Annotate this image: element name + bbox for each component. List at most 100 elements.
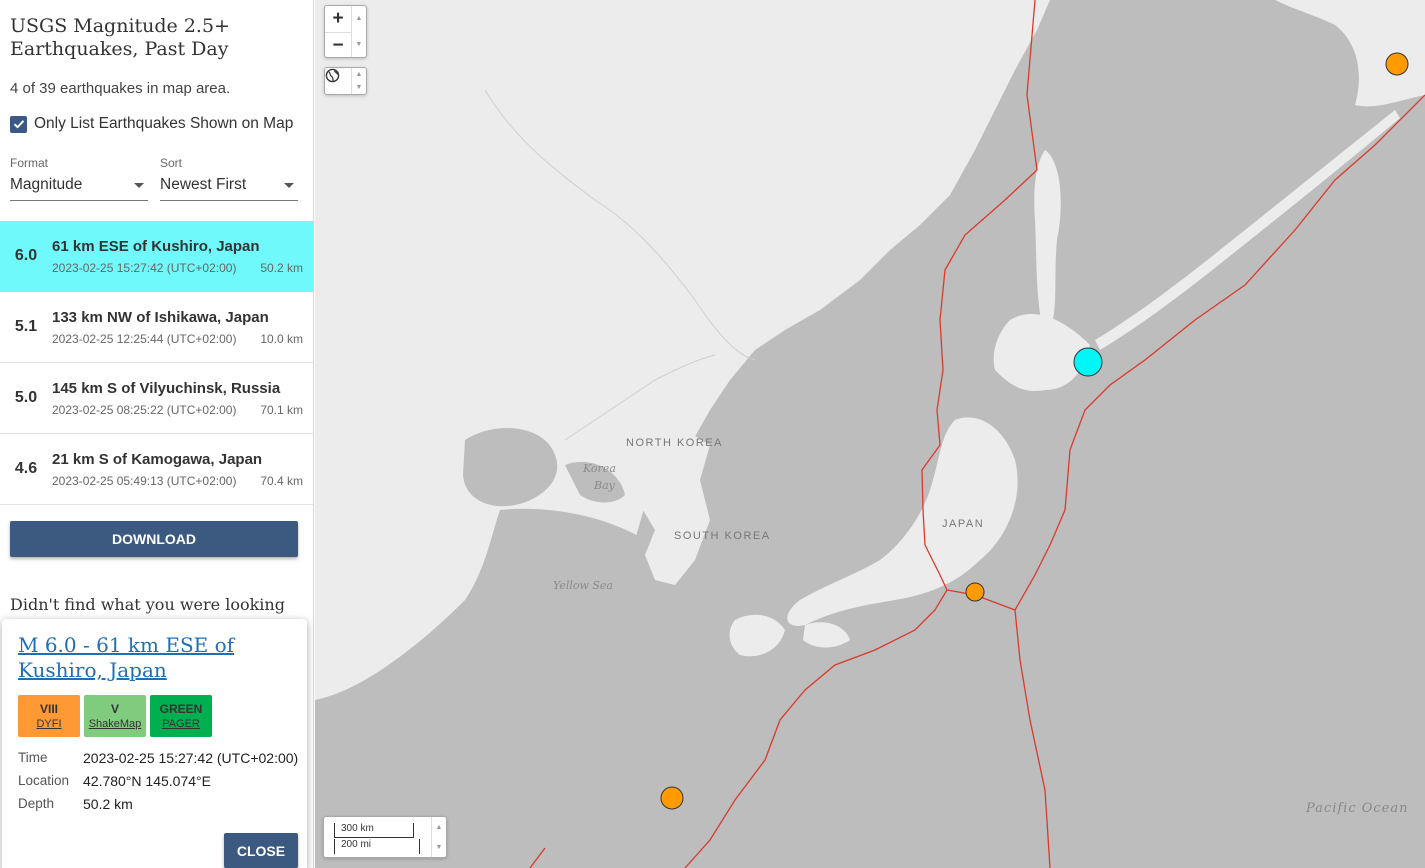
magnitude: 6.0 [14, 247, 38, 264]
format-dropdown[interactable]: Magnitude [10, 170, 148, 201]
earthquake-place: 133 km NW of Ishikawa, Japan [52, 308, 269, 326]
help-heading: Didn't find what you were looking [10, 595, 285, 614]
earthquake-depth: 10.0 km [260, 331, 303, 346]
earthquake-popup: M 6.0 - 61 km ESE of Kushiro, Japan VIII… [2, 619, 307, 868]
pager-link[interactable]: PAGER [162, 718, 200, 730]
impact-badges: VIII DYFI V ShakeMap GREEN PAGER [18, 695, 307, 737]
earthquake-time: 2023-02-25 12:25:44 (UTC+02:00) [52, 331, 237, 346]
land-korea [640, 430, 710, 585]
land-hokkaido [993, 314, 1090, 391]
scale-km: 300 km [334, 823, 414, 838]
pager-value: GREEN [159, 702, 203, 716]
globe-icon[interactable] [325, 68, 351, 96]
scale-bar: 300 km 200 mi [334, 821, 422, 855]
detail-depth: 50.2 km [83, 796, 133, 812]
land-sakhalin [1034, 150, 1061, 340]
detail-location-row: Location 42.780°N 145.074°E [18, 773, 307, 789]
arrow-up-icon: ▲ [355, 15, 363, 23]
download-button[interactable]: DOWNLOAD [10, 521, 298, 557]
format-select[interactable]: Format Magnitude [10, 156, 148, 201]
earthquake-time: 2023-02-25 08:25:22 (UTC+02:00) [52, 402, 237, 417]
detail-label: Time [18, 750, 48, 765]
caret-down-icon [134, 182, 144, 188]
earthquake-list-item[interactable]: 5.1 133 km NW of Ishikawa, Japan 2023-02… [0, 292, 313, 363]
dyfi-badge[interactable]: VIII DYFI [18, 695, 80, 737]
close-button[interactable]: CLOSE [224, 833, 298, 868]
earthquake-count: 4 of 39 earthquakes in map area. [10, 80, 231, 97]
map-label-pacific-ocean: Pacific Ocean [1306, 801, 1409, 816]
dyfi-link[interactable]: DYFI [36, 718, 61, 730]
sort-value: Newest First [160, 176, 247, 193]
map-label-korea-bay-2: Bay [594, 479, 615, 492]
only-list-toggle[interactable]: Only List Earthquakes Shown on Map [10, 115, 303, 133]
earthquake-marker-selected [1073, 347, 1103, 377]
map-label-south-korea: SOUTH KOREA [674, 530, 771, 542]
detail-depth-row: Depth 50.2 km [18, 796, 307, 812]
detail-time-row: Time 2023-02-25 15:27:42 (UTC+02:00) [18, 750, 307, 766]
magnitude: 5.0 [14, 389, 38, 406]
shakemap-badge[interactable]: V ShakeMap [84, 695, 146, 737]
sort-label: Sort [160, 156, 183, 170]
format-label: Format [10, 156, 49, 170]
shakemap-link[interactable]: ShakeMap [89, 718, 142, 730]
scale-control: 300 km 200 mi ▲ ▼ [323, 816, 447, 858]
earthquake-place: 61 km ESE of Kushiro, Japan [52, 237, 260, 255]
earthquake-depth: 70.4 km [260, 473, 303, 488]
land-kyushu [729, 614, 785, 657]
globe-icon-svg [325, 68, 340, 83]
layers-control: ▲ ▼ [324, 67, 367, 95]
layers-scrollbar[interactable]: ▲ ▼ [351, 68, 366, 94]
earthquake-list: 6.0 61 km ESE of Kushiro, Japan 2023-02-… [0, 221, 313, 505]
check-icon [13, 120, 24, 129]
popup-details: Time 2023-02-25 15:27:42 (UTC+02:00) Loc… [18, 750, 307, 812]
map-label-korea-bay: Korea [583, 462, 616, 475]
map[interactable]: NORTH KOREA SOUTH KOREA JAPAN Korea Bay … [315, 0, 1425, 868]
earthquake-list-item[interactable]: 6.0 61 km ESE of Kushiro, Japan 2023-02-… [0, 221, 313, 292]
sort-select[interactable]: Sort Newest First [160, 156, 298, 201]
earthquake-marker [660, 786, 684, 810]
detail-label: Depth [18, 796, 55, 811]
scale-mi: 200 mi [334, 839, 420, 854]
list-options: Format Magnitude Sort Newest First [10, 156, 303, 201]
earthquake-marker [1385, 52, 1409, 76]
earthquake-list-item[interactable]: 4.6 21 km S of Kamogawa, Japan 2023-02-2… [0, 434, 313, 505]
shakemap-value: V [110, 702, 119, 716]
sort-dropdown[interactable]: Newest First [160, 170, 298, 201]
arrow-up-icon: ▲ [355, 71, 363, 78]
scale-scrollbar[interactable]: ▲ ▼ [431, 817, 446, 857]
earthquake-time: 2023-02-25 05:49:13 (UTC+02:00) [52, 473, 237, 488]
earthquake-depth: 50.2 km [260, 260, 303, 275]
land-kurils [1095, 110, 1400, 350]
earthquake-depth: 70.1 km [260, 402, 303, 417]
detail-label: Location [18, 773, 70, 788]
earthquake-marker [965, 582, 985, 602]
arrow-down-icon: ▼ [355, 84, 363, 91]
magnitude: 5.1 [14, 318, 38, 335]
magnitude: 4.6 [14, 460, 38, 477]
caret-down-icon [284, 182, 294, 188]
earthquake-place: 21 km S of Kamogawa, Japan [52, 450, 263, 468]
arrow-down-icon: ▼ [435, 843, 443, 851]
land-kamchatka [1275, 0, 1425, 107]
earthquake-list-item[interactable]: 5.0 145 km S of Vilyuchinsk, Russia 2023… [0, 363, 313, 434]
pager-badge[interactable]: GREEN PAGER [150, 695, 212, 737]
page-title: USGS Magnitude 2.5+ Earthquakes, Past Da… [10, 15, 230, 60]
arrow-up-icon: ▲ [435, 823, 443, 831]
basemap[interactable] [315, 0, 1425, 868]
format-value: Magnitude [10, 176, 83, 193]
earthquake-time: 2023-02-25 15:27:42 (UTC+02:00) [52, 260, 237, 275]
map-label-north-korea: NORTH KOREA [626, 437, 723, 449]
map-label-yellow-sea: Yellow Sea [553, 579, 613, 592]
popup-title-link[interactable]: M 6.0 - 61 km ESE of Kushiro, Japan [18, 633, 288, 683]
detail-time: 2023-02-25 15:27:42 (UTC+02:00) [83, 750, 299, 766]
zoom-out-button[interactable]: − [325, 32, 351, 58]
only-list-label: Only List Earthquakes Shown on Map [34, 115, 294, 132]
dyfi-value: VIII [39, 702, 58, 716]
detail-location: 42.780°N 145.074°E [83, 773, 211, 789]
zoom-in-button[interactable]: + [325, 6, 351, 32]
zoom-control: + − ▲ ▼ [324, 5, 367, 58]
land-shikoku [803, 622, 850, 648]
zoom-scrollbar[interactable]: ▲ ▼ [351, 6, 366, 57]
earthquake-place: 145 km S of Vilyuchinsk, Russia [52, 379, 281, 397]
only-list-checkbox[interactable] [10, 115, 27, 133]
